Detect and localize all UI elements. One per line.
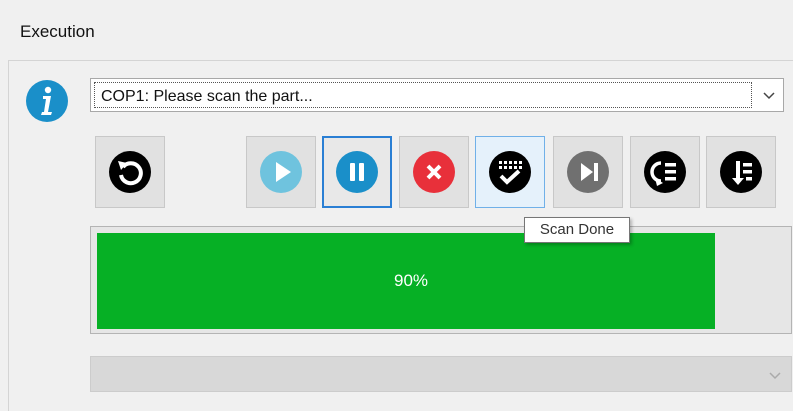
play-button[interactable]: [246, 136, 316, 208]
scan-done-button[interactable]: [475, 136, 545, 208]
next-list-icon: [720, 151, 762, 193]
scan-done-tooltip: Scan Done: [524, 217, 630, 243]
reset-button[interactable]: [95, 136, 165, 208]
pause-button[interactable]: [322, 136, 392, 208]
focus-rect: COP1: Please scan the part...: [94, 82, 752, 108]
previous-list-icon: [644, 151, 686, 193]
progress-bar: 90%: [90, 226, 792, 334]
title-bar: Execution: [0, 0, 793, 60]
info-icon: [26, 80, 68, 122]
window-title: Execution: [20, 22, 95, 41]
play-icon: [260, 151, 302, 193]
secondary-select[interactable]: [90, 356, 792, 392]
message-text: COP1: Please scan the part...: [101, 88, 313, 105]
reset-icon: [109, 151, 151, 193]
chevron-down-icon[interactable]: [767, 367, 783, 383]
scan-done-icon: [489, 151, 531, 193]
chevron-down-icon[interactable]: [761, 87, 777, 103]
skip-button[interactable]: [553, 136, 623, 208]
previous-list-button[interactable]: [630, 136, 700, 208]
cancel-button[interactable]: [399, 136, 469, 208]
progress-label: 90%: [393, 271, 429, 290]
skip-icon: [567, 151, 609, 193]
pause-icon: [336, 151, 378, 193]
cancel-icon: [413, 151, 455, 193]
message-select[interactable]: COP1: Please scan the part...: [90, 78, 784, 112]
next-list-button[interactable]: [706, 136, 776, 208]
